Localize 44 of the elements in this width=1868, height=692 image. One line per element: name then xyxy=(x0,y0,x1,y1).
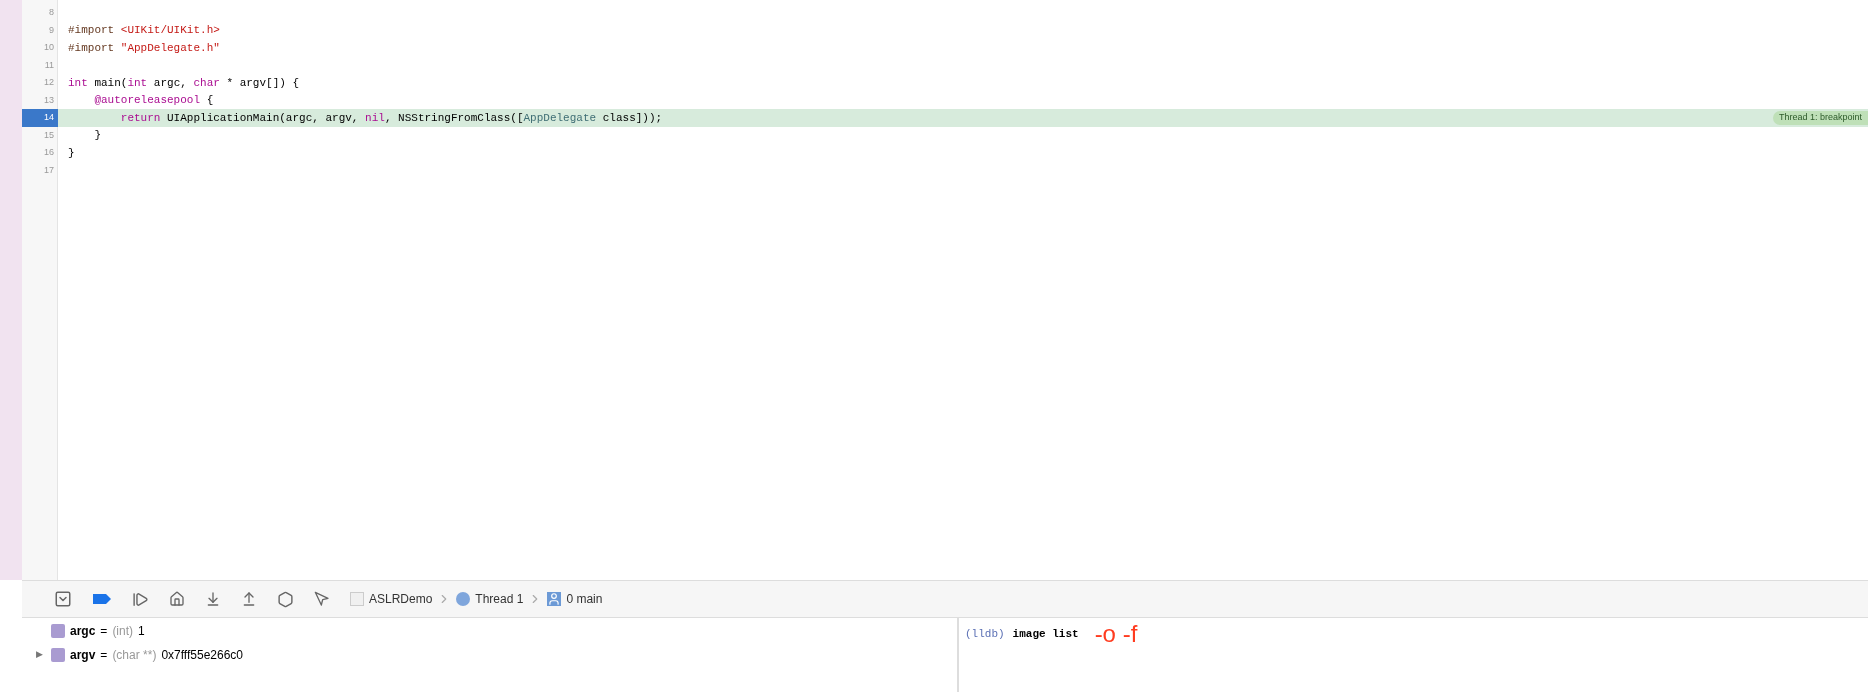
console-command: image list xyxy=(1012,627,1079,642)
console-panel[interactable]: (lldb) image list -o -f xyxy=(957,618,1868,692)
variable-value: 1 xyxy=(138,623,145,640)
breadcrumb-item[interactable]: Thread 1 xyxy=(475,590,524,608)
thread-icon xyxy=(456,592,471,606)
breadcrumb-item[interactable]: ASLRDemo xyxy=(369,590,433,608)
disclosure-triangle[interactable]: ▶ xyxy=(36,648,43,662)
continue-icon[interactable] xyxy=(132,590,149,608)
line-number: 11 xyxy=(43,58,55,72)
breakpoint-badge: Thread 1: breakpoint xyxy=(1772,111,1868,125)
line-number: 17 xyxy=(43,163,55,177)
code-line: #import "AppDelegate.h" xyxy=(68,40,220,56)
annotation-text: -o -f xyxy=(1094,620,1138,648)
equals-sign: = xyxy=(100,623,108,640)
code-line: } xyxy=(93,128,101,143)
line-number: 15 xyxy=(43,128,55,142)
step-into-icon[interactable] xyxy=(205,591,221,607)
line-number: 12 xyxy=(43,76,55,89)
line-number: 8 xyxy=(48,6,55,19)
variable-icon xyxy=(51,648,65,662)
variable-icon xyxy=(51,624,65,638)
line-number: 13 xyxy=(43,93,55,107)
step-out-icon[interactable] xyxy=(241,591,257,607)
variable-value: 0x7fff55e266c0 xyxy=(161,647,244,664)
variable-name: argc xyxy=(70,623,96,640)
code-line: } xyxy=(68,145,75,161)
app-icon xyxy=(350,592,364,606)
variable-type: (int) xyxy=(112,623,134,640)
console-prompt: (lldb) xyxy=(965,627,1005,642)
code-line: return UIApplicationMain(argc, argv, nil, NSStringFromClass([AppDelegate class])); xyxy=(119,110,663,126)
line-number: 14 xyxy=(22,109,58,127)
breadcrumb-item[interactable]: 0 main xyxy=(566,590,603,608)
line-number: 9 xyxy=(48,23,55,37)
code-line: @autoreleasepool { xyxy=(93,93,214,108)
hide-panel-icon[interactable] xyxy=(54,590,72,608)
variable-type: (char **) xyxy=(112,647,157,664)
breakpoint-toggle-icon[interactable] xyxy=(92,593,112,605)
line-number: 10 xyxy=(43,41,55,54)
variable-name: argv xyxy=(70,647,96,664)
code-line: int main(int argc, char * argv[]) { xyxy=(68,75,300,91)
person-icon xyxy=(547,592,562,606)
code-line: #import <UIKit/UIKit.h> xyxy=(68,23,220,38)
line-number: 16 xyxy=(43,146,55,159)
equals-sign: = xyxy=(100,647,108,664)
